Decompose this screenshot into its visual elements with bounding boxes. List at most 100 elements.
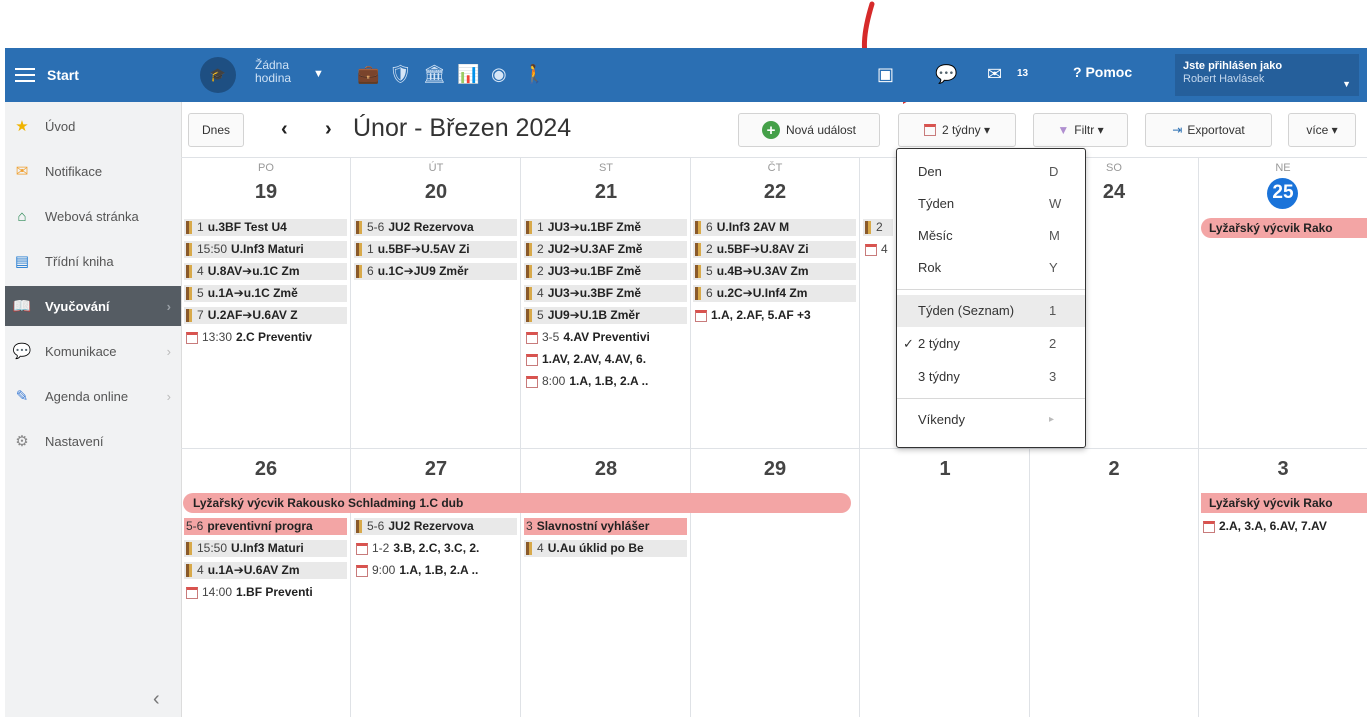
sidebar-item-komunikace[interactable]: 💬 Komunikace › xyxy=(5,331,181,371)
graduation-cap-icon[interactable]: 🎓 xyxy=(200,57,236,93)
calendar-event[interactable]: 5-6 JU2 Rezervova xyxy=(354,219,517,236)
multiday-event[interactable]: Lyžařský výcvik Rakousko Schladming 1.C … xyxy=(183,493,851,513)
calendar-event[interactable]: 3-5 4.AV Preventivi xyxy=(524,329,687,346)
menu-item-den[interactable]: Den D xyxy=(897,156,1085,188)
calendar-event[interactable]: 5-6 JU2 Rezervova xyxy=(354,518,517,535)
walking-icon[interactable]: 🚶 xyxy=(523,64,545,85)
sidebar-item-tridni-kniha[interactable]: ▤ Třídní kniha xyxy=(5,241,181,281)
calendar-event[interactable]: 4 U.Au úklid po Be xyxy=(524,540,687,557)
calendar-event[interactable]: 5 JU9➔U.1B Změr xyxy=(524,307,687,324)
event-time: 5-6 xyxy=(186,519,204,533)
menu-item-rok[interactable]: Rok Y xyxy=(897,252,1085,284)
filter-button[interactable]: ▼ Filtr ▾ xyxy=(1033,113,1128,147)
start-button[interactable]: Start xyxy=(5,48,181,102)
event-title: U.Inf3 Maturi xyxy=(231,242,304,256)
day-number[interactable]: 28 xyxy=(521,458,691,481)
calendar-event[interactable]: 2 xyxy=(863,219,893,236)
calendar-event[interactable]: 13:30 2.C Preventiv xyxy=(184,329,347,346)
collapse-sidebar-icon[interactable]: ‹ xyxy=(153,688,160,711)
lesson-change-icon xyxy=(186,287,192,300)
day-number[interactable]: 1 xyxy=(860,458,1030,481)
calendar-event[interactable]: 7 U.2AF➔U.6AV Z xyxy=(184,307,347,324)
sidebar-item-agenda-online[interactable]: ✎ Agenda online › xyxy=(5,376,181,416)
help-button[interactable]: ? Pomoc xyxy=(1073,64,1132,80)
calendar-event[interactable]: 14:00 1.BF Preventi xyxy=(184,584,347,601)
calendar-event[interactable]: 5 u.1A➔u.1C Změ xyxy=(184,285,347,302)
caret-down-icon[interactable]: ▼ xyxy=(313,68,324,80)
menu-item-tyden-seznam[interactable]: Týden (Seznam) 1 xyxy=(897,295,1085,327)
calendar-event[interactable]: 1 u.3BF Test U4 xyxy=(184,219,347,236)
calendar-event[interactable]: 2 JU3➔u.1BF Změ xyxy=(524,263,687,280)
bank-icon[interactable]: 🏛 xyxy=(423,64,446,85)
multiday-event[interactable]: Lyžařský výcvik Rako xyxy=(1201,218,1367,238)
day-number[interactable]: 3 xyxy=(1198,458,1367,481)
sidebar-item-uvod[interactable]: ★ Úvod xyxy=(5,106,181,146)
menu-item-tyden[interactable]: Týden W xyxy=(897,188,1085,220)
today-button[interactable]: Dnes xyxy=(188,113,244,147)
chat-bubbles-icon[interactable]: 💬 xyxy=(935,64,957,85)
new-event-button[interactable]: + Nová událost xyxy=(738,113,880,147)
menu-item-3-tydny[interactable]: 3 týdny 3 xyxy=(897,361,1085,393)
day-number[interactable]: 19 xyxy=(181,181,351,204)
day-number[interactable]: 22 xyxy=(690,181,860,204)
day-number[interactable]: 26 xyxy=(181,458,351,481)
calendar-page-icon xyxy=(356,564,368,577)
day-number[interactable]: 29 xyxy=(690,458,860,481)
lesson-selector[interactable]: Žádna hodina xyxy=(255,59,307,85)
calendar-event[interactable]: 4 JU3➔u.3BF Změ xyxy=(524,285,687,302)
multiday-event[interactable]: Lyžařský výcvik Rako xyxy=(1201,493,1367,513)
photo-icon[interactable]: ▣ xyxy=(877,64,894,85)
calendar-event[interactable]: 2.A, 3.A, 6.AV, 7.AV xyxy=(1201,518,1367,535)
calendar-event[interactable]: 9:00 1.A, 1.B, 2.A .. xyxy=(354,562,517,579)
prev-arrow-icon[interactable]: ‹ xyxy=(281,118,288,141)
more-button[interactable]: více ▾ xyxy=(1288,113,1356,147)
calendar-event[interactable]: 2 u.5BF➔U.8AV Zi xyxy=(693,241,856,258)
calendar-event[interactable]: 15:50 U.Inf3 Maturi xyxy=(184,241,347,258)
calendar-event[interactable]: 6 U.Inf3 2AV M xyxy=(693,219,856,236)
calendar-event[interactable]: 5-6 preventivní progra xyxy=(184,518,347,535)
palette-icon[interactable]: ◉ xyxy=(491,64,507,85)
calendar-event[interactable]: 1 u.5BF➔U.5AV Zi xyxy=(354,241,517,258)
calendar-event[interactable]: 2 JU2➔U.3AF Změ xyxy=(524,241,687,258)
calendar-event[interactable]: 5 u.4B➔U.3AV Zm xyxy=(693,263,856,280)
sidebar-item-nastaveni[interactable]: ⚙ Nastavení xyxy=(5,421,181,461)
bar-chart-icon[interactable]: 📊 xyxy=(457,64,479,85)
page-title: Únor - Březen 2024 xyxy=(353,114,572,142)
menu-item-2-tydny[interactable]: ✓ 2 týdny 2 xyxy=(897,328,1085,360)
mail-icon[interactable]: ✉ xyxy=(987,64,1002,85)
star-icon: ★ xyxy=(15,118,29,135)
day-number-today[interactable]: 25 xyxy=(1198,182,1367,204)
calendar-event[interactable]: 6 u.2C➔U.Inf4 Zm xyxy=(693,285,856,302)
sidebar-item-webova-stranka[interactable]: ⌂ Webová stránka xyxy=(5,196,181,236)
export-button[interactable]: ⇥ Exportovat xyxy=(1145,113,1272,147)
sidebar-item-notifikace[interactable]: ✉ Notifikace xyxy=(5,151,181,191)
calendar-event[interactable]: 3 Slavnostní vyhlášer xyxy=(524,518,687,535)
briefcase-icon[interactable]: 💼 xyxy=(357,64,379,85)
event-time: 5 xyxy=(197,286,204,300)
day-number[interactable]: 27 xyxy=(351,458,521,481)
day-number[interactable]: 20 xyxy=(351,181,521,204)
calendar-event[interactable]: 1.A, 2.AF, 5.AF +3 xyxy=(693,307,856,324)
view-selector-button[interactable]: 2 týdny ▾ xyxy=(898,113,1016,147)
next-arrow-icon[interactable]: › xyxy=(325,118,332,141)
event-time: 4 xyxy=(197,264,204,278)
menu-item-vikendy[interactable]: Víkendy ▸ xyxy=(897,404,1085,436)
calendar-event[interactable]: 1-2 3.B, 2.C, 3.C, 2. xyxy=(354,540,517,557)
calendar-event[interactable]: 1.AV, 2.AV, 4.AV, 6. xyxy=(524,351,687,368)
event-time: 3-5 xyxy=(542,330,560,344)
sidebar-item-vyucovani[interactable]: 📖 Vyučování › xyxy=(5,286,181,326)
event-title: JU3➔u.1BF Změ xyxy=(547,220,642,234)
calendar-event[interactable]: 1 JU3➔u.1BF Změ xyxy=(524,219,687,236)
day-number[interactable]: 2 xyxy=(1029,458,1199,481)
calendar-event[interactable]: 8:00 1.A, 1.B, 2.A .. xyxy=(524,373,687,390)
calendar-page-icon xyxy=(865,243,877,256)
shield-icon[interactable]: 🛡 xyxy=(389,64,412,85)
calendar-event[interactable]: 4 u.1A➔U.6AV Zm xyxy=(184,562,347,579)
calendar-event[interactable]: 4 xyxy=(863,241,893,258)
calendar-event[interactable]: 6 u.1C➔JU9 Změr xyxy=(354,263,517,280)
user-menu[interactable]: Jste přihlášen jako Robert Havlásek ▼ xyxy=(1175,54,1359,96)
calendar-event[interactable]: 15:50 U.Inf3 Maturi xyxy=(184,540,347,557)
calendar-event[interactable]: 4 U.8AV➔u.1C Zm xyxy=(184,263,347,280)
day-number[interactable]: 21 xyxy=(521,181,691,204)
menu-item-mesic[interactable]: Měsíc M xyxy=(897,220,1085,252)
